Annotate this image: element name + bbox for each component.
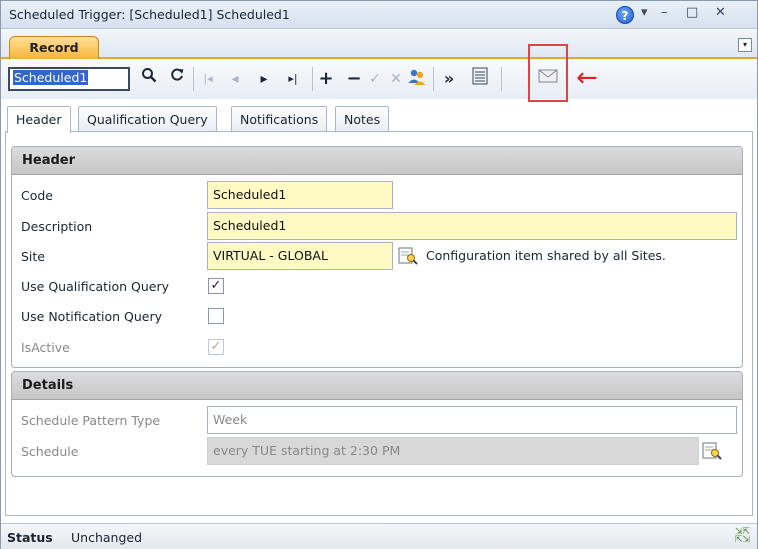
ribbon-tab-record[interactable]: Record	[9, 36, 99, 59]
users-icon	[408, 69, 426, 85]
more-actions-button[interactable]: »	[438, 67, 460, 91]
schedule-lookup-icon[interactable]	[702, 441, 722, 461]
help-icon[interactable]: ?	[616, 6, 634, 24]
users-action-button[interactable]	[406, 67, 428, 91]
schedule-pattern-type-field: Week	[207, 406, 737, 434]
isactive-label: IsActive	[21, 340, 70, 355]
ribbon-bar	[1, 29, 757, 59]
toolbar-separator	[312, 67, 313, 91]
use-qualification-query-label: Use Qualification Query	[21, 279, 170, 294]
checkmark-icon: ✓	[210, 278, 222, 293]
annotation-arrow-icon: ←	[576, 63, 598, 93]
code-field[interactable]: Scheduled1	[207, 181, 393, 209]
tab-notifications[interactable]: Notifications	[231, 106, 328, 132]
tab-notes[interactable]: Notes	[335, 106, 390, 132]
use-notification-query-label: Use Notification Query	[21, 309, 163, 324]
use-qualification-query-checkbox[interactable]: ✓	[208, 278, 224, 294]
isactive-checkbox: ✓	[208, 339, 224, 355]
ribbon-dropdown-icon[interactable]: ▾	[738, 38, 752, 52]
details-section-title: Details	[12, 372, 742, 400]
tab-qualification-query[interactable]: Qualification Query	[78, 106, 217, 132]
header-section-title: Header	[12, 147, 742, 175]
title-bar: Scheduled Trigger: [Scheduled1] Schedule…	[1, 1, 757, 29]
record-code-input[interactable]: Scheduled1	[8, 67, 130, 91]
toolbar-separator	[193, 67, 194, 91]
site-lookup-icon[interactable]	[398, 246, 418, 266]
last-record-button[interactable]: ▸|	[282, 67, 304, 91]
tab-header[interactable]: Header	[7, 106, 71, 133]
resize-grip-icon[interactable]: ⇲⇱ ⇱⇲	[735, 528, 750, 545]
toolbar-separator	[433, 67, 434, 91]
list-view-icon	[472, 67, 488, 85]
description-field[interactable]: Scheduled1	[207, 212, 737, 240]
minimize-icon[interactable]: –	[661, 5, 668, 20]
site-label: Site	[21, 249, 45, 264]
schedule-label: Schedule	[21, 444, 79, 459]
window-menu-icon[interactable]: ▾	[641, 5, 648, 20]
close-icon[interactable]: ✕	[715, 5, 726, 20]
schedule-field: every TUE starting at 2:30 PM	[207, 437, 699, 465]
checkmark-icon: ✓	[210, 339, 222, 354]
window-title: Scheduled Trigger: [Scheduled1] Schedule…	[9, 7, 290, 22]
toolbar-separator	[501, 67, 502, 91]
site-field[interactable]: VIRTUAL - GLOBAL	[207, 242, 393, 270]
site-shared-note: Configuration item shared by all Sites.	[426, 248, 666, 263]
cancel-changes-button[interactable]: ✕	[385, 67, 407, 91]
first-record-button[interactable]: |◂	[197, 67, 219, 91]
remove-record-button[interactable]: −	[343, 67, 365, 91]
schedule-pattern-type-label: Schedule Pattern Type	[21, 413, 161, 428]
status-bar: Status Unchanged	[1, 523, 757, 549]
search-icon	[142, 68, 157, 83]
list-view-button[interactable]	[469, 67, 491, 91]
scheduled-trigger-window: Scheduled Trigger: [Scheduled1] Schedule…	[0, 0, 758, 549]
previous-record-button[interactable]: ◂	[224, 67, 246, 91]
status-value: Unchanged	[71, 530, 143, 545]
maximize-icon[interactable]: □	[686, 5, 698, 20]
record-code-value: Scheduled1	[13, 70, 89, 85]
search-button[interactable]	[138, 67, 160, 91]
use-notification-query-checkbox[interactable]	[208, 308, 224, 324]
refresh-icon	[171, 68, 184, 81]
description-label: Description	[21, 219, 93, 234]
code-label: Code	[21, 188, 54, 203]
add-record-button[interactable]: +	[315, 67, 337, 91]
annotation-highlight-box	[528, 44, 568, 102]
next-record-button[interactable]: ▸	[253, 67, 275, 91]
status-label: Status	[7, 530, 53, 545]
refresh-button[interactable]	[166, 67, 188, 91]
save-record-button[interactable]: ✓	[364, 67, 386, 91]
